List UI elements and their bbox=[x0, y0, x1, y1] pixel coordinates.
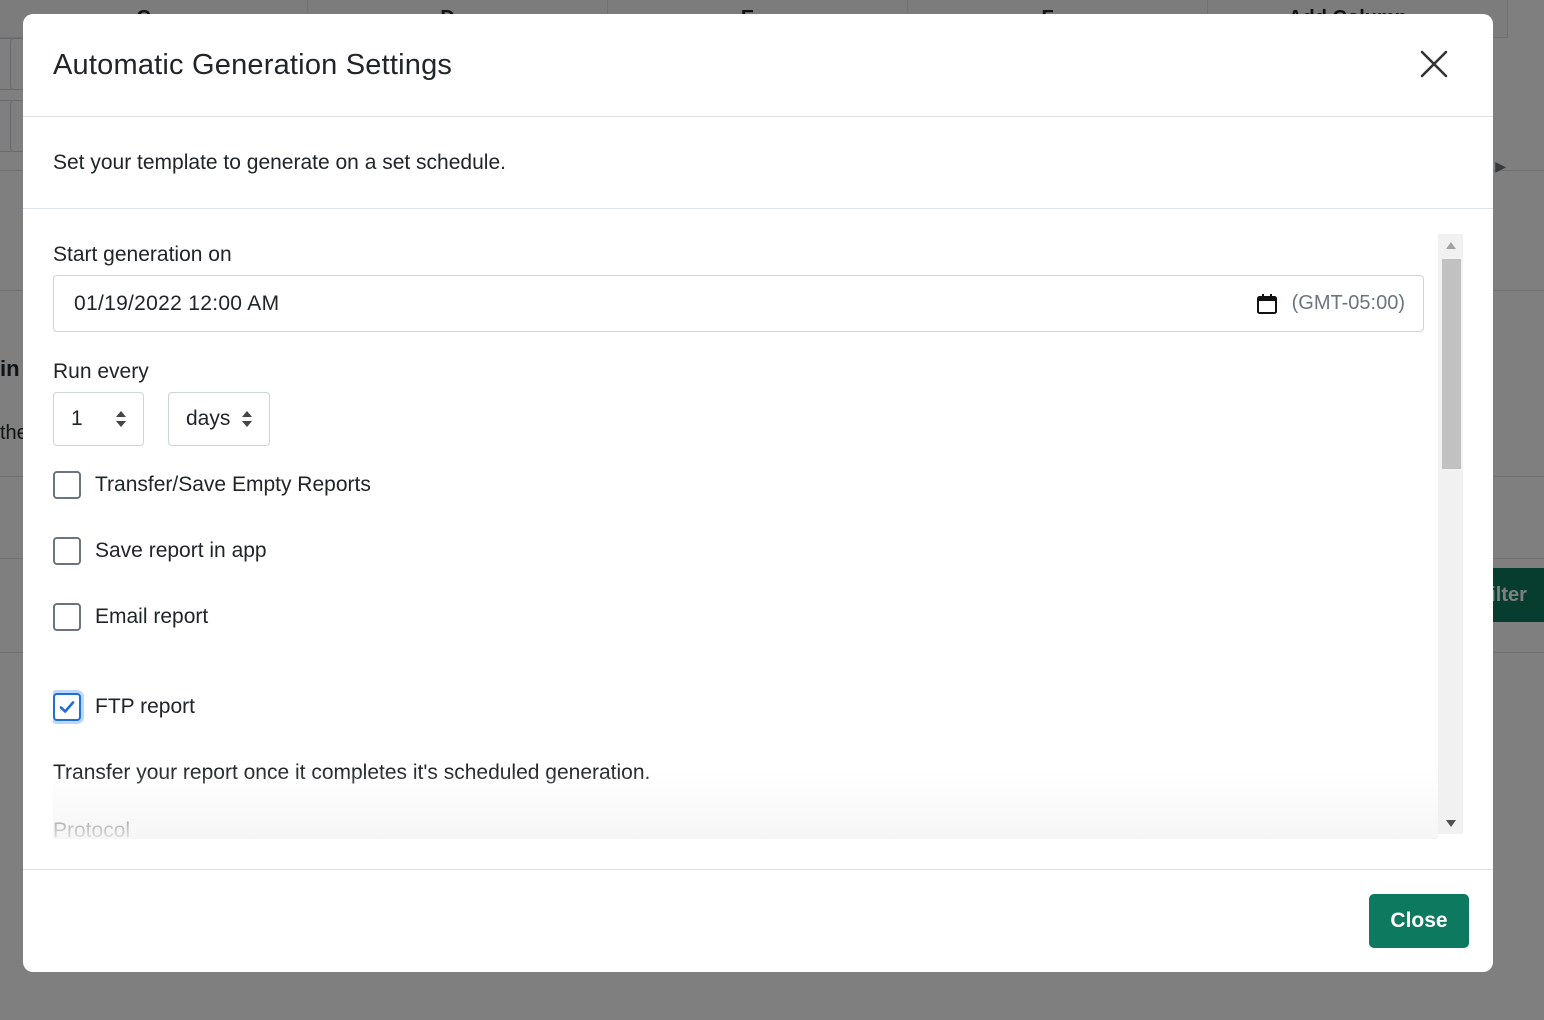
start-datetime-input[interactable]: 01/19/2022 12:00 AM (GMT-05:00) bbox=[53, 275, 1424, 332]
up-down-arrows-icon bbox=[115, 408, 127, 430]
scroll-down-arrow-icon[interactable] bbox=[1438, 812, 1463, 834]
start-generation-label: Start generation on bbox=[53, 243, 232, 266]
option-save-report-in-app[interactable]: Save report in app bbox=[53, 537, 267, 565]
run-every-label: Run every bbox=[53, 360, 149, 383]
option-transfer-empty-reports[interactable]: Transfer/Save Empty Reports bbox=[53, 471, 371, 499]
transfer-empty-reports-checkbox[interactable] bbox=[53, 471, 81, 499]
protocol-label: Protocol bbox=[53, 819, 131, 839]
settings-scroll-area[interactable]: Start generation on 01/19/2022 12:00 AM … bbox=[53, 239, 1438, 839]
modal-description: Set your template to generate on a set s… bbox=[53, 150, 506, 174]
calendar-icon[interactable] bbox=[1256, 293, 1278, 315]
transfer-empty-reports-label[interactable]: Transfer/Save Empty Reports bbox=[95, 473, 371, 497]
up-down-arrows-icon bbox=[241, 408, 253, 430]
modal-header: Automatic Generation Settings bbox=[23, 14, 1493, 117]
option-ftp-report[interactable]: FTP report bbox=[53, 693, 195, 721]
checkmark-icon bbox=[59, 701, 75, 713]
modal-title: Automatic Generation Settings bbox=[53, 48, 453, 81]
ftp-report-checkbox[interactable] bbox=[53, 693, 81, 721]
interval-value-select[interactable]: 1 bbox=[53, 392, 144, 446]
save-report-in-app-label[interactable]: Save report in app bbox=[95, 539, 267, 563]
option-email-report[interactable]: Email report bbox=[53, 603, 208, 631]
interval-unit-select[interactable]: days bbox=[168, 392, 270, 446]
automatic-generation-settings-modal: Automatic Generation Settings Set your t… bbox=[23, 14, 1493, 972]
vertical-scrollbar[interactable] bbox=[1438, 234, 1463, 834]
email-report-label[interactable]: Email report bbox=[95, 605, 208, 629]
interval-value: 1 bbox=[71, 407, 83, 430]
close-icon[interactable] bbox=[1418, 48, 1450, 80]
modal-description-section: Set your template to generate on a set s… bbox=[23, 117, 1493, 209]
timezone-label: (GMT-05:00) bbox=[1291, 292, 1405, 314]
ftp-description: Transfer your report once it completes i… bbox=[53, 761, 651, 784]
interval-unit: days bbox=[186, 407, 231, 430]
save-report-in-app-checkbox[interactable] bbox=[53, 537, 81, 565]
scrollbar-thumb[interactable] bbox=[1442, 259, 1461, 469]
scroll-up-arrow-icon[interactable] bbox=[1438, 234, 1463, 256]
ftp-report-label[interactable]: FTP report bbox=[95, 695, 195, 719]
modal-footer: Close bbox=[23, 869, 1493, 972]
modal-body: Start generation on 01/19/2022 12:00 AM … bbox=[23, 209, 1493, 841]
start-datetime-value: 01/19/2022 12:00 AM bbox=[74, 291, 280, 315]
close-button[interactable]: Close bbox=[1369, 894, 1469, 948]
email-report-checkbox[interactable] bbox=[53, 603, 81, 631]
